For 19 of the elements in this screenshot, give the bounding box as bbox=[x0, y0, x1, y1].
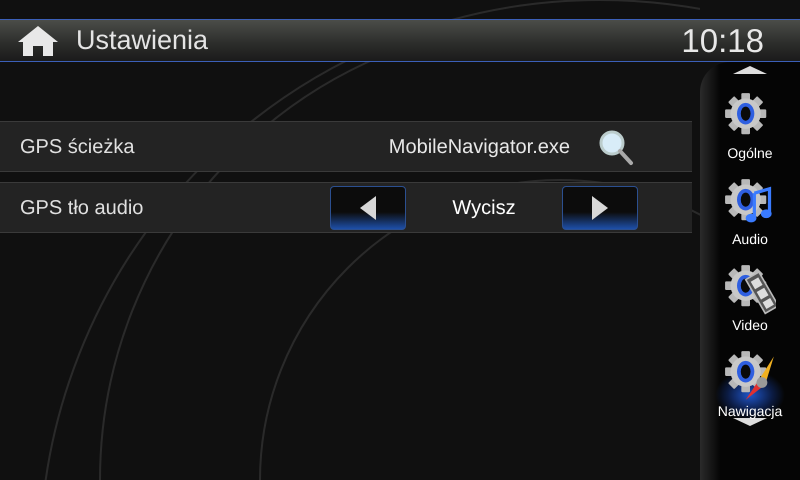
scroll-down-arrow-icon[interactable] bbox=[733, 418, 767, 426]
next-button[interactable] bbox=[562, 186, 638, 230]
setting-value: Wycisz bbox=[451, 196, 517, 220]
previous-button[interactable] bbox=[330, 186, 406, 230]
scroll-up-arrow-icon[interactable] bbox=[733, 66, 767, 74]
left-triangle-icon bbox=[358, 194, 378, 220]
setting-label: GPS ścieżka bbox=[19, 134, 136, 160]
settings-category-button[interactable]: Nawigacja bbox=[718, 350, 782, 418]
settings-category-button[interactable]: Ogólne bbox=[724, 92, 776, 160]
settings-category-button[interactable]: Audio bbox=[724, 178, 776, 246]
settings-category-button[interactable]: Video bbox=[724, 264, 776, 332]
setting-value: MobileNavigator.exe bbox=[388, 134, 570, 160]
right-triangle-icon bbox=[590, 194, 610, 220]
home-icon[interactable] bbox=[16, 24, 60, 58]
gear-film-icon bbox=[724, 264, 776, 316]
setting-label: GPS tło audio bbox=[19, 196, 144, 220]
page-title: Ustawienia bbox=[76, 24, 208, 58]
clock: 10:18 bbox=[681, 20, 764, 61]
gear-compass-icon bbox=[724, 350, 776, 402]
